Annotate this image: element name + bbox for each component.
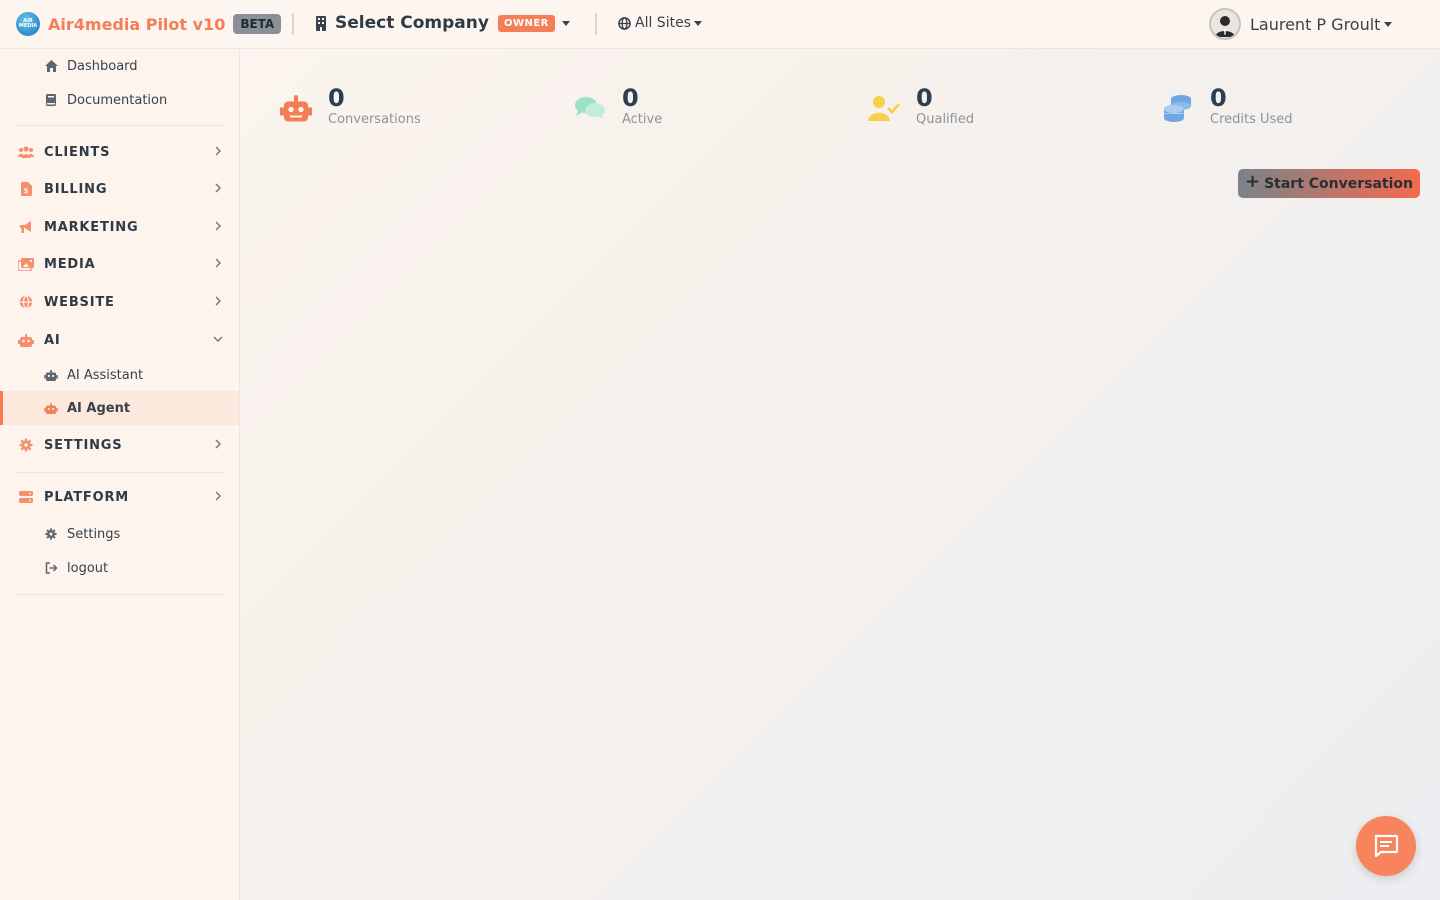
sidebar-item-label: AI Assistant [67, 367, 144, 383]
sidebar-item-ai-assistant[interactable]: AI Assistant [0, 358, 239, 392]
stat-label: Conversations [328, 112, 421, 127]
sidebar-section-marketing[interactable]: MARKETING [0, 209, 239, 245]
stat-active: 0 Active [574, 84, 662, 128]
home-icon [44, 59, 58, 73]
sites-label[interactable]: All Sites [635, 15, 691, 31]
sidebar-item-documentation[interactable]: Documentation [0, 83, 239, 117]
coins-icon [1162, 92, 1194, 124]
chat-icon [1374, 834, 1399, 858]
owner-badge: OWNER [497, 14, 555, 32]
robot-icon [18, 332, 34, 348]
divider [16, 594, 224, 595]
user-name[interactable]: Laurent P Groult [1250, 15, 1380, 34]
divider [16, 472, 224, 473]
chat-widget-button[interactable] [1356, 816, 1416, 876]
stat-conversations: 0 Conversations [280, 84, 421, 128]
sidebar-section-clients[interactable]: CLIENTS [0, 134, 239, 170]
start-conversation-button[interactable]: + Start Conversation [1238, 169, 1420, 198]
user-check-icon [868, 92, 900, 124]
images-icon [18, 256, 34, 272]
company-label[interactable]: Select Company [335, 13, 489, 33]
stat-label: Credits Used [1210, 112, 1293, 127]
sidebar-section-label: CLIENTS [44, 144, 111, 160]
sidebar-item-ai-agent[interactable]: AI Agent [0, 391, 239, 425]
chevron-down-icon[interactable] [561, 20, 570, 26]
stat-value: 0 [1210, 84, 1227, 112]
plus-icon: + [1244, 171, 1261, 192]
sidebar-section-label: SETTINGS [44, 437, 123, 453]
robot-icon [44, 368, 58, 382]
brand-title[interactable]: Air4media Pilot v10 [48, 15, 225, 34]
start-conversation-label: Start Conversation [1264, 175, 1414, 192]
avatar[interactable] [1209, 8, 1241, 40]
gear-icon [18, 437, 34, 453]
sidebar-section-settings[interactable]: SETTINGS [0, 427, 239, 463]
sidebar-item-settings[interactable]: Settings [0, 517, 239, 551]
stat-value: 0 [622, 84, 639, 112]
globe-icon [618, 16, 631, 30]
chevron-down-icon[interactable] [693, 20, 702, 26]
chevron-down-icon[interactable] [1384, 21, 1393, 27]
sidebar: Dashboard Documentation CLIENTS $ BILLIN… [0, 49, 240, 900]
sidebar-item-label: Dashboard [67, 58, 138, 74]
sidebar-item-label: AI Agent [67, 400, 131, 416]
svg-text:$: $ [23, 187, 29, 195]
chevron-right-icon [215, 439, 221, 449]
sidebar-item-label: logout [67, 560, 109, 576]
beta-badge: BETA [233, 14, 282, 34]
sidebar-section-ai[interactable]: AI [0, 322, 239, 358]
stat-value: 0 [916, 84, 933, 112]
sidebar-item-label: Settings [67, 526, 121, 542]
sidebar-section-label: BILLING [44, 181, 108, 197]
user-avatar-icon [1211, 10, 1239, 38]
brand[interactable]: AIR MEDIA Air4media Pilot v10 BETA [16, 12, 282, 36]
top-navbar: AIR MEDIA Air4media Pilot v10 BETA Selec… [0, 0, 1440, 49]
user-menu[interactable]: Laurent P Groult [1209, 8, 1393, 40]
app-logo: AIR MEDIA [16, 12, 40, 36]
divider [292, 13, 294, 35]
server-icon [18, 489, 34, 505]
sidebar-section-platform[interactable]: PLATFORM [0, 479, 239, 515]
sidebar-section-media[interactable]: MEDIA [0, 246, 239, 282]
sidebar-item-dashboard[interactable]: Dashboard [0, 49, 239, 83]
megaphone-icon [18, 219, 34, 235]
users-icon [18, 144, 34, 160]
sidebar-item-label: Documentation [67, 92, 168, 108]
comments-icon [574, 92, 606, 124]
divider [595, 13, 597, 35]
sidebar-section-label: MARKETING [44, 219, 139, 235]
sidebar-section-website[interactable]: WEBSITE [0, 284, 239, 320]
sidebar-section-billing[interactable]: $ BILLING [0, 171, 239, 207]
chevron-right-icon [215, 258, 221, 268]
book-icon [44, 93, 58, 107]
building-icon [316, 15, 326, 31]
chevron-down-icon [213, 336, 223, 342]
sites-selector[interactable]: All Sites [618, 15, 702, 31]
invoice-icon: $ [18, 181, 34, 197]
chevron-right-icon [215, 491, 221, 501]
chevron-right-icon [215, 146, 221, 156]
chevron-right-icon [215, 221, 221, 231]
stat-label: Active [622, 112, 663, 127]
divider [16, 125, 224, 126]
chevron-right-icon [215, 183, 221, 193]
robot-icon [44, 401, 58, 415]
sidebar-section-label: AI [44, 332, 61, 348]
sidebar-item-logout[interactable]: logout [0, 551, 239, 585]
stat-credits-used: 0 Credits Used [1162, 84, 1293, 128]
company-selector[interactable]: Select Company OWNER [315, 13, 570, 33]
gear-icon [44, 527, 58, 541]
globe-icon [18, 294, 34, 310]
chevron-right-icon [215, 296, 221, 306]
sidebar-section-label: PLATFORM [44, 489, 130, 505]
stat-qualified: 0 Qualified [868, 84, 974, 128]
stat-value: 0 [328, 84, 345, 112]
stat-label: Qualified [916, 112, 975, 127]
robot-icon [280, 92, 312, 124]
logout-icon [44, 561, 58, 575]
sidebar-section-label: WEBSITE [44, 294, 115, 310]
sidebar-section-label: MEDIA [44, 256, 96, 272]
logo-text: AIR MEDIA [18, 18, 38, 29]
